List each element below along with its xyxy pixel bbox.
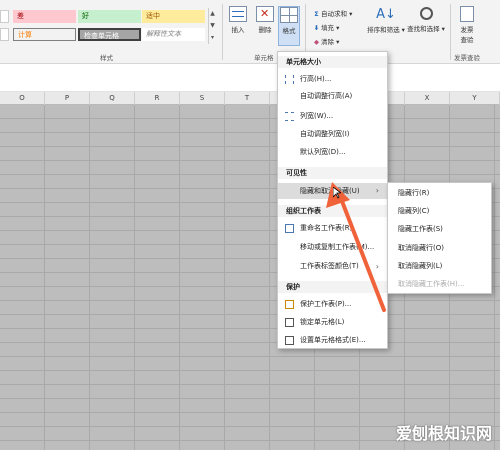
sort-filter-label: 排序和筛选 xyxy=(367,26,400,34)
hide-unhide-label: 隐藏和取消隐藏(U) xyxy=(300,187,360,195)
insert-icon xyxy=(229,6,247,22)
menu-section-cell-size: 单元格大小 xyxy=(278,56,387,68)
protect-sheet-icon xyxy=(285,300,294,309)
menu-item-autofit-row[interactable]: 自动调整行高(A) xyxy=(278,89,387,104)
mouse-cursor-icon xyxy=(333,187,341,199)
protect-sheet-label: 保护工作表(P)... xyxy=(300,300,352,308)
col-width-label: 列宽(W)... xyxy=(300,112,334,120)
menu-section-organize: 组织工作表 xyxy=(278,205,387,217)
styles-group-label: 样式 xyxy=(100,54,113,62)
style-normal[interactable] xyxy=(0,10,9,23)
menu-item-rename-sheet[interactable]: 重命名工作表(R) xyxy=(278,221,387,236)
gallery-scroll[interactable]: ▲ ▼ ▾ xyxy=(208,8,216,44)
menu-item-col-width[interactable]: 列宽(W)... xyxy=(278,109,387,124)
style-good[interactable]: 好 xyxy=(78,10,141,23)
style-explain[interactable]: 解释性文本 xyxy=(142,28,205,41)
menu-section-visibility: 可见性 xyxy=(278,167,387,179)
delete-icon: ✕ xyxy=(256,6,274,22)
menu-item-default-width[interactable]: 默认列宽(D)... xyxy=(278,145,387,160)
format-icon xyxy=(280,7,298,23)
find-select-label: 查找和选择 xyxy=(407,25,440,33)
sort-filter-icon: A↓ xyxy=(376,7,396,22)
format-cells-label: 设置单元格格式(E)... xyxy=(300,336,366,344)
insert-label: 插入 xyxy=(231,26,245,34)
tab-color-label: 工作表标签颜色(T) xyxy=(300,262,359,270)
style-neutral[interactable]: 适中 xyxy=(142,10,205,23)
column-header[interactable]: P xyxy=(45,92,90,105)
menu-item-lock-cell[interactable]: 锁定单元格(L) xyxy=(278,315,387,330)
rename-label: 重命名工作表(R) xyxy=(300,224,353,232)
insert-button[interactable]: 插入 xyxy=(226,6,250,46)
separator xyxy=(222,4,223,60)
format-label: 格式 xyxy=(282,27,296,35)
menu-section-protect: 保护 xyxy=(278,281,387,293)
format-dropdown-menu: 单元格大小 行高(H)... 自动调整行高(A) 列宽(W)... 自动调整列宽… xyxy=(277,51,388,349)
style-normal-2[interactable] xyxy=(0,28,9,41)
column-header[interactable]: O xyxy=(0,92,45,105)
formula-bar-area[interactable] xyxy=(0,64,500,92)
submenu-item-unhide-sheet[interactable]: 取消隐藏工作表(H)... xyxy=(388,277,491,292)
delete-label: 删除 xyxy=(258,26,272,34)
menu-item-move-copy[interactable]: 移动或复制工作表(M)... xyxy=(278,240,387,255)
find-select-button[interactable]: 查找和选择 ▾ xyxy=(406,6,446,46)
lock-cell-label: 锁定单元格(L) xyxy=(300,318,345,326)
rename-icon xyxy=(285,224,294,233)
lock-icon xyxy=(285,318,294,327)
invoice-label-1: 发票 xyxy=(460,26,474,34)
column-header[interactable]: S xyxy=(180,92,225,105)
fill-icon: ⬇ xyxy=(313,24,320,32)
chevron-right-icon: › xyxy=(375,186,379,195)
col-width-icon xyxy=(285,112,294,121)
search-icon xyxy=(419,7,433,20)
row-height-label: 行高(H)... xyxy=(300,75,332,83)
submenu-item-unhide-rows[interactable]: 取消隐藏行(O) xyxy=(388,241,491,256)
submenu-item-unhide-cols[interactable]: 取消隐藏列(L) xyxy=(388,259,491,274)
menu-item-row-height[interactable]: 行高(H)... xyxy=(278,72,387,87)
separator xyxy=(450,4,451,60)
column-header[interactable]: X xyxy=(405,92,450,105)
clear-button[interactable]: ◆ 清除 ▾ xyxy=(312,36,339,46)
menu-item-autofit-col[interactable]: 自动调整列宽(I) xyxy=(278,127,387,142)
column-header[interactable]: R xyxy=(135,92,180,105)
watermark: 爱刨根知识网 xyxy=(395,424,492,443)
format-cells-icon xyxy=(285,336,294,345)
delete-button[interactable]: ✕ 删除 xyxy=(253,6,277,46)
menu-item-format-cells[interactable]: 设置单元格格式(E)... xyxy=(278,333,387,348)
row-height-icon xyxy=(285,75,294,84)
column-header[interactable]: Y xyxy=(450,92,500,105)
invoice-label-2: 查验 xyxy=(460,36,474,44)
column-headers: O P Q R S T U V W X Y xyxy=(0,92,500,105)
sigma-icon: Σ xyxy=(314,10,319,18)
chevron-right-icon: › xyxy=(375,262,379,271)
cells-group-label: 单元格 xyxy=(254,54,274,62)
menu-item-protect-sheet[interactable]: 保护工作表(P)... xyxy=(278,297,387,312)
format-button[interactable]: 格式 xyxy=(278,6,300,46)
fill-label: 填充 xyxy=(321,24,334,32)
style-calc[interactable]: 计算 xyxy=(13,28,76,41)
submenu-item-hide-rows[interactable]: 隐藏行(R) xyxy=(388,186,491,201)
submenu-item-hide-sheet[interactable]: 隐藏工作表(S) xyxy=(388,222,491,237)
invoice-group-label: 发票查验 xyxy=(454,54,480,62)
hide-unhide-submenu: 隐藏行(R) 隐藏列(C) 隐藏工作表(S) 取消隐藏行(O) 取消隐藏列(L)… xyxy=(387,182,492,294)
style-bad[interactable]: 差 xyxy=(13,10,76,23)
autosum-button[interactable]: Σ 自动求和 ▾ xyxy=(312,8,352,18)
invoice-check-button[interactable]: 发票 查验 xyxy=(456,6,478,48)
clear-icon: ◆ xyxy=(314,38,319,46)
fill-button[interactable]: ⬇ 填充 ▾ xyxy=(312,22,340,32)
column-header[interactable]: T xyxy=(225,92,270,105)
invoice-icon xyxy=(460,6,474,22)
style-check[interactable]: 检查单元格 xyxy=(78,28,141,41)
ribbon: 差 好 适中 计算 检查单元格 解释性文本 ▲ ▼ ▾ 样式 插入 ✕ 删除 格式 … xyxy=(0,0,500,64)
submenu-item-hide-cols[interactable]: 隐藏列(C) xyxy=(388,204,491,219)
sort-filter-button[interactable]: A↓ 排序和筛选 ▾ xyxy=(366,6,406,46)
menu-item-tab-color[interactable]: 工作表标签颜色(T) › xyxy=(278,259,387,274)
clear-label: 清除 xyxy=(321,38,334,46)
autosum-label: 自动求和 xyxy=(321,10,347,18)
column-header[interactable]: Q xyxy=(90,92,135,105)
